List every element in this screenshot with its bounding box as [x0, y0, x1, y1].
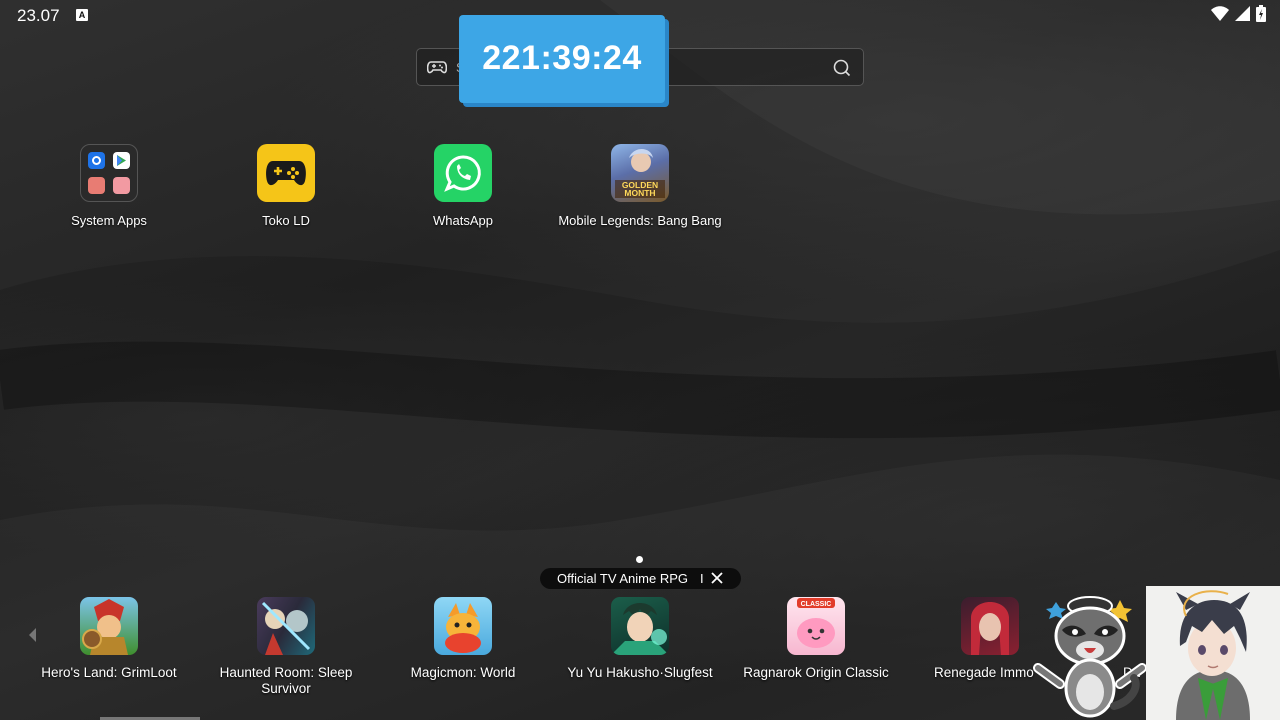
app-whatsapp[interactable]: WhatsApp [375, 144, 551, 229]
anime-avatar-image [1146, 586, 1280, 720]
webcam-avatar [1146, 586, 1280, 720]
dock-app-magicmon[interactable]: Magicmon: World [375, 597, 551, 681]
app-toko-ld[interactable]: Toko LD [198, 144, 374, 229]
whatsapp-icon [434, 144, 492, 202]
app-label: System Apps [71, 213, 147, 228]
game-art-icon [611, 597, 669, 655]
wifi-icon [1211, 5, 1229, 21]
dock-app-ragnarok-origin[interactable]: CLASSIC Ragnarok Origin Classic [728, 597, 904, 681]
app-label: WhatsApp [433, 213, 493, 228]
signal-icon [1235, 6, 1250, 21]
search-icon[interactable] [833, 59, 851, 77]
page-indicator [636, 556, 643, 563]
app-label: Mobile Legends: Bang Bang [558, 213, 722, 228]
game-art-icon [80, 597, 138, 655]
gamepad-icon [427, 61, 447, 74]
close-icon[interactable] [711, 572, 723, 584]
game-art-icon [961, 597, 1019, 655]
dock-app-haunted-room[interactable]: Haunted Room: Sleep Survivor [198, 597, 374, 697]
svg-text:CLASSIC: CLASSIC [801, 601, 832, 608]
battery-icon [1256, 5, 1266, 22]
app-label: Ragnarok Origin Classic [743, 665, 889, 680]
app-label: Yu Yu Hakusho·Slugfest [567, 665, 713, 680]
app-label: Haunted Room: Sleep Survivor [219, 665, 353, 696]
game-art-icon [257, 597, 315, 655]
ad-separator: I [700, 571, 704, 586]
raccoon-mascot-sticker [1033, 596, 1147, 718]
game-art-icon [434, 597, 492, 655]
app-label: Hero's Land: GrimLoot [41, 665, 177, 680]
app-label: Toko LD [262, 213, 310, 228]
svg-text:MONTH: MONTH [624, 188, 655, 198]
dock-app-heros-land[interactable]: Hero's Land: GrimLoot [21, 597, 197, 681]
status-clock: 23.07 [17, 6, 60, 25]
gamepad-icon [257, 144, 315, 202]
notification-a-icon: A [76, 9, 88, 21]
ad-banner[interactable]: Official TV Anime RPG I [540, 568, 741, 589]
app-system-apps[interactable]: System Apps [21, 144, 197, 229]
folder-icon [80, 144, 138, 202]
game-art-icon: CLASSIC [787, 597, 845, 655]
game-art-icon: GOLDEN MONTH [611, 144, 669, 202]
app-mobile-legends[interactable]: GOLDEN MONTH Mobile Legends: Bang Bang [552, 144, 728, 229]
dock-app-yu-yu-hakusho[interactable]: Yu Yu Hakusho·Slugfest [552, 597, 728, 681]
app-label: Magicmon: World [410, 665, 516, 680]
timer-overlay: 221:39:24 [459, 15, 665, 103]
ad-banner-text: Official TV Anime RPG [557, 571, 689, 586]
